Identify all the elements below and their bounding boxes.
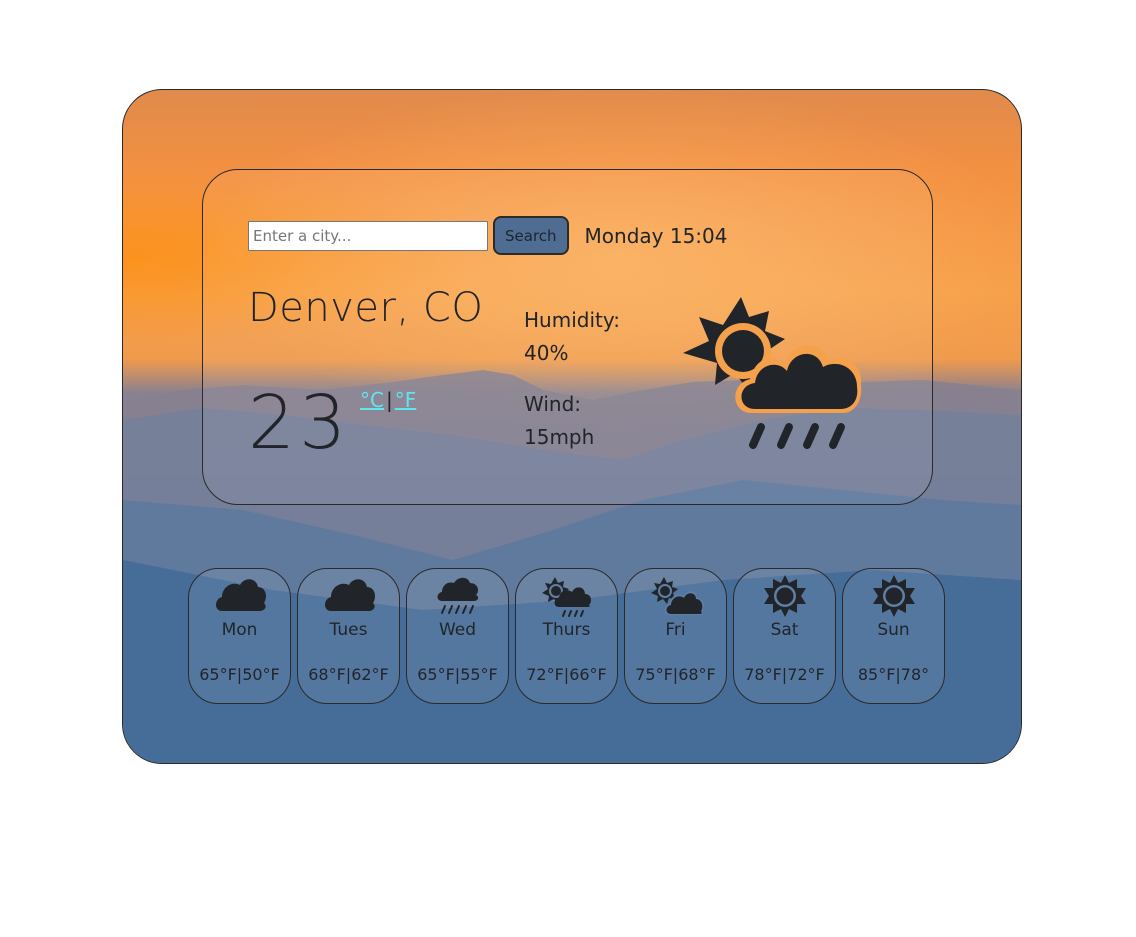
current-temperature: 23 [248, 380, 351, 466]
weather-details: Humidity: 40% Wind: 15mph [524, 304, 620, 472]
forecast-day-name: Thurs [542, 620, 591, 640]
forecast-row: Mon 65°F|50°F Tues 68°F|62°F Wed 65°F|55°F … [188, 568, 945, 704]
wind-value: 15mph [524, 425, 595, 449]
cloud-rain-icon [430, 575, 486, 617]
unit-separator: | [385, 388, 393, 412]
forecast-day-thurs: Thurs 72°F|66°F [515, 568, 618, 704]
forecast-day-name: Sun [877, 620, 910, 640]
forecast-day-name: Wed [438, 620, 477, 640]
celsius-link[interactable]: °C [360, 388, 384, 412]
forecast-day-name: Sat [770, 620, 799, 640]
weather-app: Search Monday 15:04 Denver, CO 23 °C|°F … [122, 89, 1022, 764]
search-button[interactable]: Search [493, 216, 569, 255]
forecast-temp-range: 85°F|78° [857, 665, 930, 684]
search-form: Search Monday 15:04 [248, 216, 728, 255]
forecast-temp-range: 75°F|68°F [635, 665, 716, 684]
forecast-day-tues: Tues 68°F|62°F [297, 568, 400, 704]
forecast-day-name: Fri [665, 620, 686, 640]
sun-cloud-rain-icon [683, 297, 862, 449]
forecast-temp-range: 78°F|72°F [744, 665, 825, 684]
sun-cloud-icon [648, 575, 704, 617]
forecast-day-name: Tues [329, 620, 368, 640]
forecast-day-sat: Sat 78°F|72°F [733, 568, 836, 704]
fahrenheit-link[interactable]: °F [395, 388, 417, 412]
forecast-temp-range: 65°F|55°F [417, 665, 498, 684]
sun-icon [757, 575, 813, 617]
current-weather-card: Search Monday 15:04 Denver, CO 23 °C|°F … [202, 169, 933, 505]
city-name: Denver, CO [248, 285, 484, 331]
forecast-day-sun: Sun 85°F|78° [842, 568, 945, 704]
humidity-value: 40% [524, 341, 569, 365]
forecast-day-wed: Wed 65°F|55°F [406, 568, 509, 704]
forecast-day-mon: Mon 65°F|50°F [188, 568, 291, 704]
city-search-input[interactable] [248, 220, 488, 251]
forecast-day-name: Mon [221, 620, 258, 640]
cloud-icon [212, 575, 268, 617]
sun-icon [866, 575, 922, 617]
forecast-temp-range: 65°F|50°F [199, 665, 280, 684]
unit-toggle: °C | °F [360, 388, 416, 412]
forecast-temp-range: 72°F|66°F [526, 665, 607, 684]
forecast-temp-range: 68°F|62°F [308, 665, 389, 684]
humidity-label: Humidity: [524, 308, 620, 332]
current-datetime: Monday 15:04 [584, 223, 728, 248]
cloud-icon [321, 575, 377, 617]
sun-cloud-rain-icon [539, 575, 595, 617]
humidity: Humidity: 40% [524, 304, 620, 370]
forecast-day-fri: Fri 75°F|68°F [624, 568, 727, 704]
wind: Wind: 15mph [524, 388, 620, 454]
wind-label: Wind: [524, 392, 582, 416]
